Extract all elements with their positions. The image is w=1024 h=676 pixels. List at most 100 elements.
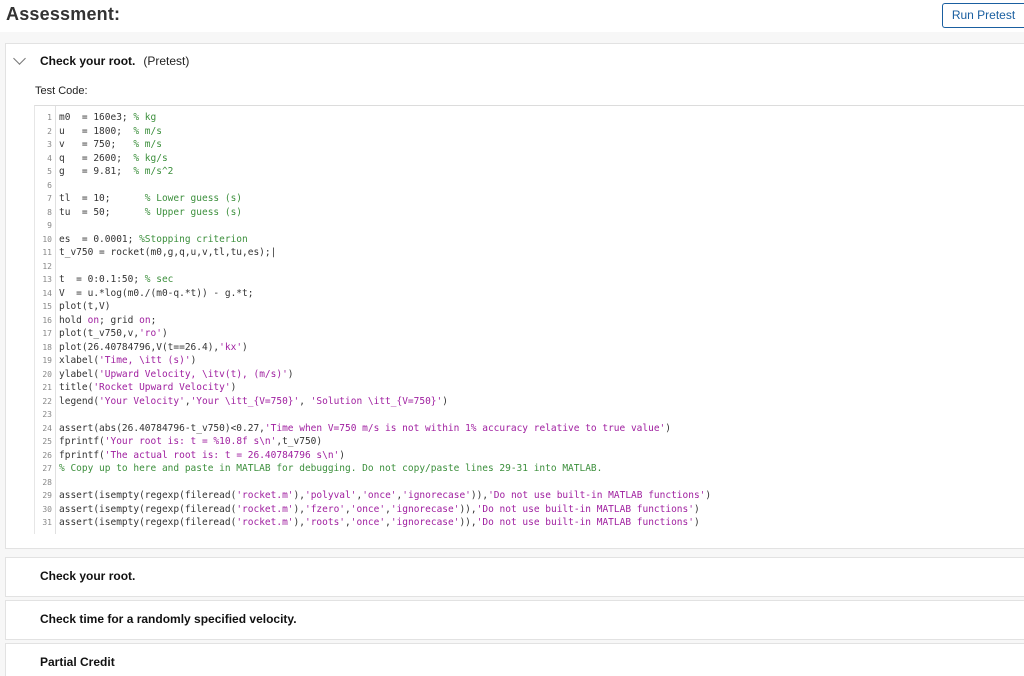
line-number: 25 — [42, 437, 52, 446]
code-token: ), — [293, 517, 305, 528]
code-token: ) — [287, 368, 294, 380]
line-number: 10 — [42, 234, 52, 244]
code-comment: % m/s^2 — [133, 166, 174, 177]
panel-title-text: Check your root. — [40, 54, 136, 68]
code-text: v = 750; % m/s — [59, 138, 162, 152]
code-token: ) — [693, 503, 700, 515]
code-token: v = 750; — [59, 139, 134, 150]
code-comment: % Lower guess (s) — [144, 193, 243, 204]
code-text: assert(isempty(regexp(fileread('rocket.m… — [59, 516, 700, 530]
run-pretest-button[interactable]: Run Pretest — [942, 3, 1024, 28]
line-number: 22 — [42, 396, 52, 406]
code-line: 17 plot(t_v750,v,'ro') — [35, 327, 1024, 341]
code-token: title( — [59, 382, 94, 393]
code-text: title('Rocket Upward Velocity') — [59, 381, 236, 395]
line-number: 27 — [42, 464, 52, 473]
code-text: plot(t_v750,v,'ro') — [59, 327, 168, 341]
code-string: 'Your Velocity' — [99, 395, 185, 407]
code-string: 'rocket.m' — [236, 517, 294, 528]
code-token: plot(t_v750,v, — [59, 328, 140, 339]
code-text: fprintf('The actual root is: t = 26.4078… — [59, 449, 345, 463]
code-line: 30 assert(isempty(regexp(fileread('rocket… — [35, 503, 1024, 517]
code-line: 29 assert(isempty(regexp(fileread('rocket… — [35, 489, 1024, 503]
code-token: xlabel( — [59, 355, 100, 366]
code-string: 'once' — [362, 490, 397, 501]
line-number: 20 — [42, 369, 52, 379]
code-string: 'Do not use built-in MATLAB functions' — [488, 490, 706, 501]
code-text: q = 2600; % kg/s — [59, 152, 168, 166]
code-text: t_v750 = rocket(m0,g,q,u,v,tl,tu,es);| — [59, 246, 276, 260]
line-number: 30 — [42, 504, 52, 514]
test-panel-partial-credit[interactable]: Partial Credit — [5, 643, 1024, 676]
code-line: 28 — [35, 476, 1024, 490]
code-token: ) — [693, 517, 700, 528]
code-text: xlabel('Time, \itt (s)') — [59, 354, 196, 368]
code-text: plot(t,V) — [59, 300, 110, 314]
line-number: 8 — [47, 207, 52, 217]
code-token: m0 = 160e3; — [59, 112, 134, 123]
test-code-label: Test Code: — [35, 85, 88, 97]
code-string: 'kx' — [219, 341, 243, 353]
code-text: assert(isempty(regexp(fileread('rocket.m… — [59, 489, 711, 503]
assessment-title: Assessment: — [6, 4, 121, 24]
code-line: 18 plot(26.40784796,V(t==26.4),'kx') — [35, 341, 1024, 355]
code-line: 24 assert(abs(26.40784796-t_v750)<0.27,'T… — [35, 422, 1024, 436]
code-editor[interactable]: 1 m0 = 160e3; % kg 2 u = 1800; % m/s 3 v = 75… — [34, 105, 1024, 534]
line-number: 13 — [42, 275, 52, 284]
code-string: 'roots' — [304, 517, 346, 528]
line-number: 12 — [42, 261, 52, 271]
code-line: 2 u = 1800; % m/s — [35, 125, 1024, 139]
code-text: fprintf('Your root is: t = %10.8f s\n',t… — [59, 435, 322, 449]
code-comment: % Upper guess (s) — [144, 206, 243, 218]
code-line: 26 fprintf('The actual root is: t = 26.40… — [35, 449, 1024, 463]
code-token: es = 0.0001; — [59, 233, 140, 245]
line-number: 17 — [42, 329, 52, 338]
code-comment: %Stopping criterion — [139, 233, 248, 245]
code-string: 'Upward Velocity, \itv(t), (m/s)' — [99, 368, 288, 380]
test-panel-check-time[interactable]: Check time for a randomly specified velo… — [5, 600, 1024, 640]
code-token: plot(t,V) — [59, 301, 111, 312]
code-line: 23 — [35, 408, 1024, 422]
code-line: 10 es = 0.0001; %Stopping criterion — [35, 233, 1024, 247]
line-number: 29 — [42, 491, 52, 500]
code-text: legend('Your Velocity','Your \itt_{V=750… — [59, 395, 448, 409]
code-token: ), — [293, 490, 305, 501]
panel-title[interactable]: Check your root. — [40, 569, 135, 583]
code-token: t = 0:0.1:50; — [59, 274, 145, 285]
code-token: ylabel( — [59, 368, 100, 380]
code-string: 'once' — [350, 517, 386, 528]
code-string: 'Your root is: t = %10.8f s\n' — [104, 436, 277, 447]
code-line: 22 legend('Your Velocity','Your \itt_{V=7… — [35, 395, 1024, 409]
line-number: 21 — [42, 383, 52, 392]
code-text: V = u.*log(m0./(m0-q.*t)) - g.*t; — [59, 287, 253, 301]
code-token: plot(26.40784796,V(t==26.4), — [59, 341, 220, 353]
panel-title[interactable]: Check your root. (Pretest) — [40, 54, 189, 68]
code-line: 5 g = 9.81; % m/s^2 — [35, 165, 1024, 179]
code-text: tu = 50; % Upper guess (s) — [59, 206, 242, 220]
code-token: ) — [442, 395, 448, 407]
code-comment: % kg — [133, 112, 157, 123]
assessment-header: Assessment: Run Pretest — [0, 0, 1024, 32]
code-text: assert(isempty(regexp(fileread('rocket.m… — [59, 503, 700, 517]
line-number: 14 — [42, 288, 52, 298]
code-token: assert(abs(26.40784796-t_v750)<0.27, — [59, 422, 265, 434]
chevron-down-icon[interactable] — [13, 52, 26, 65]
line-number: 26 — [42, 450, 52, 460]
code-string: 'ro' — [139, 328, 162, 339]
code-comment: % m/s — [133, 139, 162, 150]
line-number: 19 — [42, 356, 52, 365]
code-token: assert(isempty(regexp(fileread( — [59, 517, 237, 528]
code-token: assert(isempty(regexp(fileread( — [59, 490, 237, 501]
panel-subtitle: (Pretest) — [143, 54, 190, 68]
code-text: tl = 10; % Lower guess (s) — [59, 192, 242, 206]
line-number: 3 — [47, 140, 52, 149]
line-number: 28 — [42, 477, 52, 487]
code-string: 'Your \itt_{V=750}' — [190, 395, 300, 407]
code-token: ) — [339, 449, 345, 461]
panel-title[interactable]: Partial Credit — [40, 655, 115, 669]
test-panel-check-root[interactable]: Check your root. — [5, 557, 1024, 597]
code-token: V = u.*log(m0./(m0-q.*t)) - g.*t; — [59, 287, 254, 299]
code-line: 7 tl = 10; % Lower guess (s) — [35, 192, 1024, 206]
panel-title[interactable]: Check time for a randomly specified velo… — [40, 612, 297, 626]
code-token: hold — [59, 314, 88, 326]
